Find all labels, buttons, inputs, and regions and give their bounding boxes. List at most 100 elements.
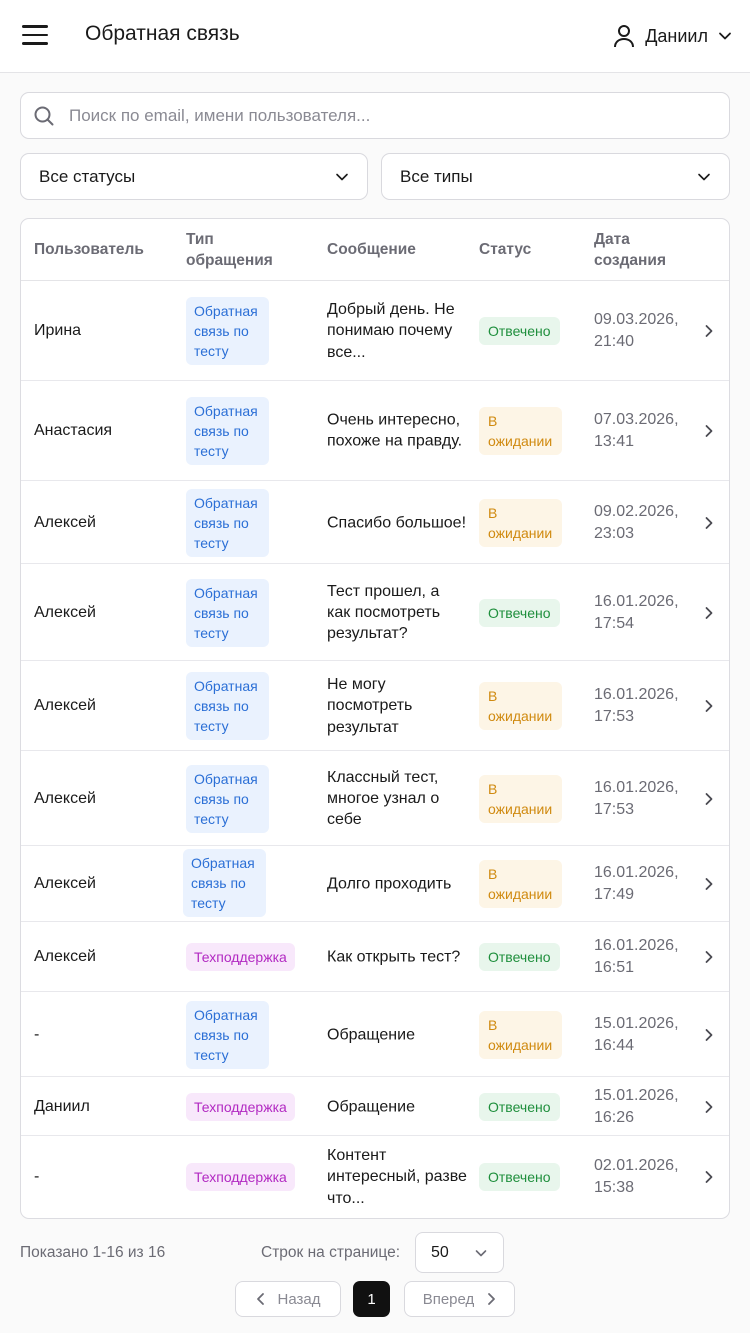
chevron-right-icon[interactable] [702, 1100, 716, 1114]
type-badge: Обратная связь по тесту [183, 849, 266, 917]
table-row[interactable]: Алексей Обратная связь по тесту Классный т… [21, 751, 729, 846]
next-page-label: Вперед [422, 1290, 475, 1308]
column-header-type-line1: Тип [186, 231, 214, 248]
row-message: Добрый день. Не понимаю почему все... [327, 301, 455, 361]
page-1-button[interactable]: 1 [353, 1281, 390, 1317]
row-message: Обращение [327, 1097, 415, 1115]
type-badge: Обратная связь по тесту [186, 397, 269, 465]
chevron-right-icon [488, 1293, 496, 1305]
row-message: Спасибо большое! [327, 513, 467, 531]
table-row[interactable]: - Обратная связь по тесту Обращение В ожида… [21, 992, 729, 1077]
row-user: Алексей [34, 513, 96, 531]
search-input[interactable] [69, 93, 719, 138]
row-user: Даниил [34, 1097, 90, 1115]
user-icon [614, 25, 635, 48]
row-date: 16.01.2026, 17:53 [594, 778, 679, 818]
chevron-right-icon[interactable] [702, 606, 716, 620]
table-row[interactable]: Алексей Обратная связь по тесту Не могу по… [21, 661, 729, 751]
row-user: Алексей [34, 697, 96, 714]
prev-page-button[interactable]: Назад [235, 1281, 341, 1317]
chevron-right-icon[interactable] [702, 1028, 716, 1042]
table-row[interactable]: Анастасия Обратная связь по тесту Очень ин… [21, 381, 729, 481]
chevron-down-icon [336, 173, 348, 181]
chevron-right-icon[interactable] [702, 516, 716, 530]
row-message: Очень интересно, похоже на правду. [327, 411, 463, 450]
type-badge: Техподдержка [186, 1163, 295, 1191]
row-message: Контент интересный, разве что... [327, 1147, 467, 1207]
feedback-table: Пользователь Тип обращения Сообщение Ста… [20, 218, 730, 1219]
status-badge: Отвечено [479, 317, 560, 345]
row-message: Тест прошел, а как посмотреть результат? [327, 582, 441, 643]
row-message: Долго проходить [327, 875, 452, 893]
status-badge: Отвечено [479, 1092, 560, 1121]
type-badge: Техподдержка [186, 943, 295, 971]
chevron-down-icon [475, 1250, 487, 1257]
column-header-type-line2: обращения [186, 252, 273, 269]
row-date: 09.02.2026, 23:03 [594, 502, 679, 542]
chevron-left-icon [256, 1293, 264, 1305]
table-row[interactable]: Алексей Обратная связь по тесту Спасибо бо… [21, 481, 729, 564]
chevron-down-icon [698, 173, 710, 181]
prev-page-label: Назад [277, 1290, 321, 1308]
type-badge: Обратная связь по тесту [186, 297, 269, 365]
row-user: Алексей [34, 603, 96, 621]
status-badge: В ожидании [479, 498, 562, 547]
row-message: Обращение [327, 1025, 415, 1043]
chevron-right-icon[interactable] [702, 699, 716, 713]
type-badge: Техподдержка [186, 1092, 295, 1121]
chevron-right-icon[interactable] [702, 1170, 716, 1184]
row-user: Анастасия [34, 422, 113, 439]
type-badge: Обратная связь по тесту [186, 764, 269, 833]
column-header-user: Пользователь [34, 241, 144, 258]
table-row[interactable]: Даниил Техподдержка Обращение Отвечено 15.01… [21, 1077, 729, 1136]
type-filter-value: Все типы [400, 167, 473, 186]
search-icon [34, 106, 54, 126]
row-date: 09.03.2026, 21:40 [594, 311, 679, 350]
rows-per-page-label: Строк на странице: [261, 1244, 401, 1261]
status-filter-value: Все статусы [39, 167, 136, 186]
row-user: Ирина [34, 322, 82, 339]
row-user: - [34, 1025, 40, 1043]
status-badge: В ожидании [479, 682, 562, 730]
column-header-type: Тип обращения [186, 229, 273, 271]
page-title: Обратная связь [85, 22, 240, 45]
row-message: Как открыть тест? [327, 948, 461, 966]
status-badge: Отвечено [479, 1163, 560, 1191]
user-menu[interactable]: Даниил [613, 22, 732, 50]
row-date: 16.01.2026, 16:51 [594, 937, 679, 976]
search-box [20, 92, 730, 139]
hamburger-menu-icon[interactable] [22, 24, 48, 46]
table-row[interactable]: Алексей Техподдержка Как открыть тест? Отве… [21, 922, 729, 992]
status-filter-select[interactable]: Все статусы [20, 153, 368, 200]
chevron-down-icon [719, 32, 731, 40]
type-badge: Обратная связь по тесту [186, 672, 269, 740]
table-row[interactable]: Алексей Обратная связь по тесту Тест проше… [21, 564, 729, 661]
type-filter-select[interactable]: Все типы [381, 153, 730, 200]
chevron-right-icon[interactable] [702, 877, 716, 891]
row-date: 15.01.2026, 16:44 [594, 1014, 679, 1054]
row-date: 16.01.2026, 17:53 [594, 686, 679, 725]
status-badge: В ожидании [479, 774, 562, 823]
pagination-info: Показано 1-16 из 16 [20, 1244, 166, 1261]
rows-per-page-select[interactable]: 50 [415, 1232, 504, 1273]
row-date: 07.03.2026, 13:41 [594, 411, 679, 450]
type-badge: Обратная связь по тесту [186, 488, 269, 557]
status-badge: Отвечено [479, 943, 560, 971]
chevron-right-icon[interactable] [702, 950, 716, 964]
row-date: 16.01.2026, 17:54 [594, 592, 679, 632]
row-user: - [34, 1168, 40, 1185]
table-row[interactable]: Ирина Обратная связь по тесту Добрый день.… [21, 281, 729, 381]
app-header: Обратная связь Даниил [0, 0, 750, 73]
status-badge: В ожидании [479, 407, 562, 455]
row-date: 16.01.2026, 17:49 [594, 864, 679, 903]
table-row[interactable]: Алексей Обратная связь по тесту Долго прох… [21, 846, 729, 922]
status-badge: Отвечено [479, 598, 560, 627]
chevron-right-icon[interactable] [702, 792, 716, 806]
row-date: 02.01.2026, 15:38 [594, 1157, 679, 1196]
next-page-button[interactable]: Вперед [404, 1281, 515, 1317]
rows-per-page-value: 50 [431, 1244, 449, 1261]
table-row[interactable]: - Техподдержка Контент интересный, разве ч… [21, 1136, 729, 1218]
status-badge: В ожидании [479, 860, 562, 908]
chevron-right-icon[interactable] [702, 424, 716, 438]
chevron-right-icon[interactable] [702, 324, 716, 338]
